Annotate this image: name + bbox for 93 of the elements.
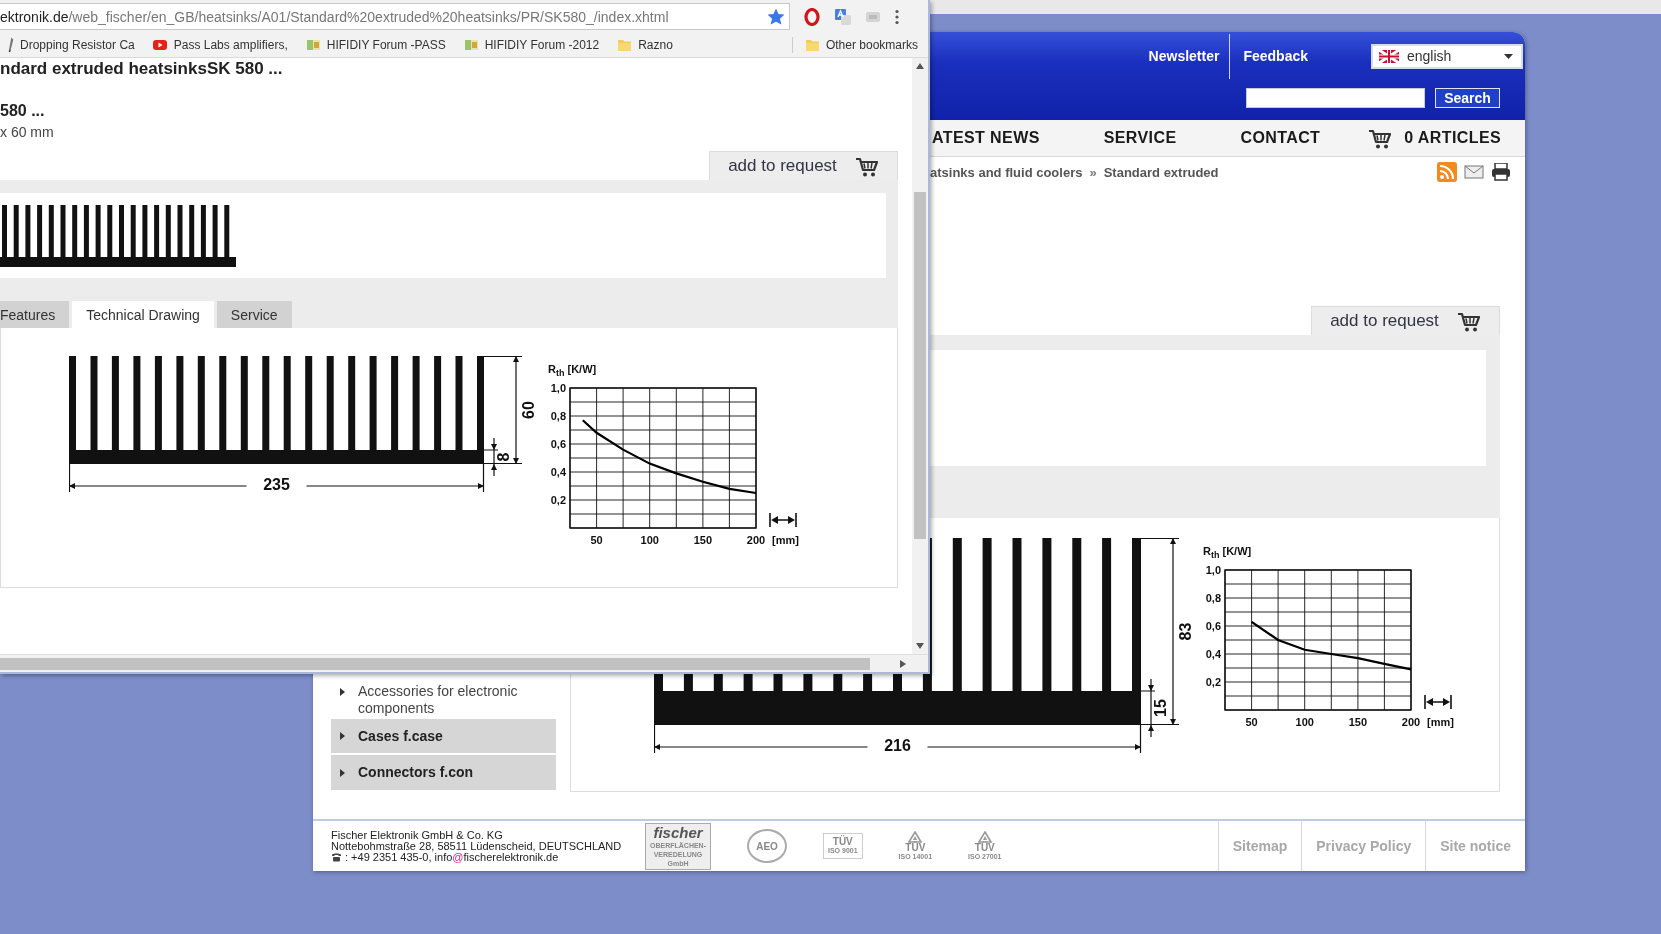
header-link[interactable]: Feedback bbox=[1243, 48, 1308, 64]
breadcrumb-link[interactable]: Standard extruded bbox=[1103, 164, 1219, 180]
bookmark[interactable]: Pass Labs amplifiers, bbox=[152, 37, 288, 53]
header-link[interactable]: Newsletter bbox=[1148, 48, 1220, 64]
y-tick-label: 1,0 bbox=[1205, 564, 1221, 577]
scroll-down-icon bbox=[916, 643, 924, 649]
add-to-request-button[interactable]: add to request bbox=[1311, 306, 1500, 335]
x-tick-label: 50 bbox=[590, 534, 603, 547]
sidebar-item[interactable]: Cases f.case bbox=[331, 718, 556, 754]
y-tick-label: 0,4 bbox=[550, 466, 566, 479]
nav-link[interactable]: ATEST NEWS bbox=[932, 129, 1040, 147]
breadcrumb-separator: » bbox=[1089, 164, 1097, 180]
x-tick-label: 200 bbox=[746, 534, 766, 547]
cart-icon bbox=[1456, 310, 1481, 332]
cart-icon bbox=[1368, 127, 1393, 149]
scroll-up-icon bbox=[916, 63, 924, 69]
tab[interactable]: Features bbox=[0, 301, 70, 328]
axis-title: R$_{th}$ [K/W] bbox=[1203, 544, 1252, 563]
y-tick-label: 0,8 bbox=[550, 410, 566, 423]
dimension-label: 15 bbox=[1152, 699, 1170, 717]
contact-text: : +49 2351 435-0, info@fischerelektronik.de bbox=[345, 851, 559, 863]
x-tick-label: 150 bbox=[693, 534, 713, 547]
add-to-request-button[interactable]: add to request bbox=[709, 151, 898, 180]
tab[interactable]: Technical Drawing bbox=[72, 301, 214, 328]
y-tick-label: 1,0 bbox=[550, 382, 566, 395]
nav-link[interactable]: SERVICE bbox=[1103, 129, 1177, 147]
address-field[interactable]: ektronik.de/web_fischer/en_GB/heatsinks/A01/Standard%20extruded%20heatsinks/PR/SK580_/index.xhtml bbox=[0, 3, 790, 30]
search-button[interactable]: Search bbox=[1435, 88, 1500, 108]
axis-title: [mm] bbox=[772, 534, 799, 547]
triangle-icon bbox=[340, 732, 345, 741]
translate-icon[interactable] bbox=[834, 7, 852, 26]
folder-icon bbox=[804, 37, 820, 53]
dimension-label: 235 bbox=[263, 476, 290, 494]
scroll-thumb[interactable] bbox=[914, 192, 926, 539]
scrollbar[interactable] bbox=[0, 654, 928, 672]
cart-link[interactable]: 0 ARTICLES bbox=[1368, 127, 1502, 149]
mail-icon[interactable] bbox=[1464, 165, 1484, 179]
y-tick-label: 0,4 bbox=[1205, 648, 1221, 661]
x-tick-label: 150 bbox=[1348, 716, 1368, 729]
flag-icon bbox=[1379, 49, 1399, 63]
product-size: x 60 mm bbox=[0, 123, 55, 141]
rss-icon[interactable] bbox=[1437, 162, 1457, 182]
product-name: 580 ... bbox=[0, 101, 46, 121]
certification-logo: AEO bbox=[747, 829, 787, 863]
dimension-label: 60 bbox=[520, 401, 538, 419]
triangle-icon bbox=[340, 687, 345, 696]
bookmark[interactable]: Other bookmarks bbox=[804, 37, 918, 53]
bookmark[interactable]: HIFIDIY Forum -2012 bbox=[463, 37, 600, 53]
menu-icon[interactable] bbox=[894, 8, 900, 25]
axis-title: [mm] bbox=[1427, 716, 1454, 729]
footer-text: Nottebohmstraße 28, 58511 Lüdenscheid, DEUTSCHLAND bbox=[331, 840, 623, 852]
x-tick-label: 200 bbox=[1401, 716, 1421, 729]
sidebar-item[interactable]: Connectors f.con bbox=[331, 755, 556, 790]
cart-icon bbox=[854, 155, 879, 177]
x-tick-label: 100 bbox=[1295, 716, 1314, 729]
caret-icon bbox=[1504, 53, 1513, 59]
y-tick-label: 0,2 bbox=[1205, 676, 1221, 689]
y-tick-label: 0,6 bbox=[550, 438, 566, 451]
x-tick-label: 100 bbox=[640, 534, 659, 547]
breadcrumb-link[interactable]: atsinks and fluid coolers bbox=[930, 164, 1083, 180]
ring-icon[interactable] bbox=[803, 7, 821, 26]
y-tick-label: 0,8 bbox=[1205, 592, 1221, 605]
scroll-right-icon bbox=[900, 659, 906, 668]
x-tick-label: 50 bbox=[1245, 716, 1258, 729]
double-arrow-icon bbox=[769, 512, 797, 528]
site-icon bbox=[463, 37, 479, 53]
star-icon[interactable] bbox=[768, 8, 784, 25]
page-title: ndard extruded heatsinksSK 580 ... bbox=[0, 59, 284, 79]
double-arrow-icon bbox=[1424, 694, 1452, 710]
language-select[interactable]: english bbox=[1371, 43, 1523, 69]
search-field[interactable] bbox=[1246, 88, 1425, 108]
scroll-thumb[interactable] bbox=[0, 657, 870, 670]
phone-icon bbox=[331, 852, 342, 862]
extension-icon[interactable] bbox=[865, 9, 881, 24]
dimension-label: 8 bbox=[495, 452, 513, 462]
y-tick-label: 0,2 bbox=[550, 494, 566, 507]
print-icon[interactable] bbox=[1491, 163, 1511, 181]
triangle-icon bbox=[340, 768, 345, 777]
tab[interactable]: Service bbox=[216, 301, 292, 328]
nav-link[interactable]: CONTACT bbox=[1240, 129, 1321, 147]
footer-text: Fischer Elektronik GmbH & Co. KG bbox=[331, 829, 504, 841]
site-icon bbox=[305, 37, 321, 53]
dimension-label: 216 bbox=[884, 737, 911, 755]
dimension-label: 83 bbox=[1177, 622, 1195, 641]
bookmark[interactable]: Dropping Resistor Ca bbox=[8, 37, 135, 53]
axis-title: R$_{th}$ [K/W] bbox=[548, 362, 597, 381]
pen-icon bbox=[8, 37, 14, 53]
y-tick-label: 0,6 bbox=[1205, 620, 1221, 633]
bookmark[interactable]: HIFIDIY Forum -PASS bbox=[305, 37, 446, 53]
scrollbar[interactable] bbox=[912, 58, 928, 654]
video-icon bbox=[152, 37, 168, 53]
bookmark[interactable]: Razno bbox=[617, 37, 673, 53]
folder-icon bbox=[617, 37, 633, 53]
